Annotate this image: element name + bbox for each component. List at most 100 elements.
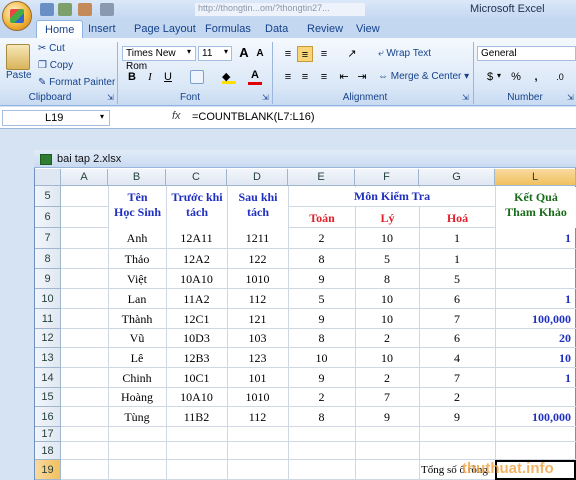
number-format-box[interactable]: General: [477, 46, 576, 61]
cell-name[interactable]: Thảo: [108, 249, 166, 269]
save-icon[interactable]: [40, 3, 54, 16]
tab-page-layout[interactable]: Page Layout: [134, 20, 196, 38]
row-header-11[interactable]: 11: [35, 309, 61, 329]
currency-button[interactable]: $: [482, 69, 498, 85]
cell-name[interactable]: Lê: [108, 348, 166, 368]
cell-result[interactable]: [495, 249, 573, 269]
chevron-down-icon[interactable]: ▾: [187, 47, 191, 56]
cell-hoa[interactable]: 7: [419, 368, 495, 388]
row-header-13[interactable]: 13: [35, 348, 61, 368]
tab-home[interactable]: Home: [36, 20, 84, 38]
header-ten-hoc-sinh[interactable]: Tên Học Sinh: [109, 190, 166, 220]
cell-ly[interactable]: 10: [355, 309, 419, 329]
cell-ly[interactable]: 5: [355, 249, 419, 269]
header-mon-kiem-tra[interactable]: Môn Kiểm Tra: [289, 189, 495, 204]
cell-hoa[interactable]: 2: [419, 388, 495, 407]
column-header-a[interactable]: A: [61, 169, 108, 186]
cell-ly[interactable]: 2: [355, 368, 419, 388]
align-right-icon[interactable]: ≡: [316, 69, 332, 85]
cell-result[interactable]: 1: [495, 289, 573, 309]
row-header-5[interactable]: 5: [35, 186, 61, 207]
column-header-d[interactable]: D: [227, 169, 288, 186]
row-header-17[interactable]: 17: [35, 427, 61, 442]
font-name-box[interactable]: Times New Rom: [122, 46, 196, 72]
undo-icon[interactable]: [58, 3, 72, 16]
cell-before[interactable]: 12A11: [166, 228, 227, 249]
cell-result[interactable]: [495, 269, 573, 289]
tab-insert[interactable]: Insert: [88, 20, 116, 38]
align-middle-icon[interactable]: ≡: [297, 46, 313, 62]
cell-result[interactable]: [495, 388, 573, 407]
cell-hoa[interactable]: 7: [419, 309, 495, 329]
cell-after[interactable]: 121: [227, 309, 288, 329]
office-button[interactable]: [2, 1, 32, 31]
header-truoc-khi-tach[interactable]: Trước khi tách: [167, 190, 227, 220]
comma-button[interactable]: ,: [528, 69, 544, 85]
number-launcher-icon[interactable]: ⇲: [567, 93, 574, 102]
cell-after[interactable]: 1010: [227, 388, 288, 407]
font-launcher-icon[interactable]: ⇲: [262, 93, 269, 102]
cell-ly[interactable]: 8: [355, 269, 419, 289]
orientation-icon[interactable]: ↗: [344, 46, 360, 62]
align-bottom-icon[interactable]: ≡: [316, 46, 332, 62]
row-header-6[interactable]: 6: [35, 207, 61, 228]
row-header-12[interactable]: 12: [35, 329, 61, 348]
format-painter-button[interactable]: ✎ Format Painter: [38, 77, 115, 88]
cell-toan[interactable]: 8: [288, 329, 355, 348]
tab-data[interactable]: Data: [265, 20, 288, 38]
cell-toan[interactable]: 8: [288, 407, 355, 427]
cell-result[interactable]: 100,000: [495, 407, 573, 427]
cell-result[interactable]: 20: [495, 329, 573, 348]
cell-toan[interactable]: 9: [288, 269, 355, 289]
cell-toan[interactable]: 2: [288, 228, 355, 249]
cell-name[interactable]: Vũ: [108, 329, 166, 348]
formula-input[interactable]: =COUNTBLANK(L7:L16): [192, 111, 315, 123]
cell-ly[interactable]: 10: [355, 228, 419, 249]
column-header-g[interactable]: G: [419, 169, 495, 186]
align-center-icon[interactable]: ≡: [297, 69, 313, 85]
select-all-corner[interactable]: [35, 169, 61, 186]
header-toan[interactable]: Toán: [289, 208, 355, 228]
cell-after[interactable]: 122: [227, 249, 288, 269]
cell-ly[interactable]: 10: [355, 348, 419, 368]
align-top-icon[interactable]: ≡: [280, 46, 296, 62]
cell-name[interactable]: Anh: [108, 228, 166, 249]
tab-view[interactable]: View: [356, 20, 380, 38]
header-ket-qua[interactable]: Kết Quả Tham Khảo: [496, 190, 576, 220]
cell-after[interactable]: 112: [227, 407, 288, 427]
header-hoa[interactable]: Hoá: [420, 208, 495, 228]
font-color-icon[interactable]: A: [248, 69, 262, 85]
cell-result[interactable]: 10: [495, 348, 573, 368]
cut-button[interactable]: ✂ Cut: [38, 43, 65, 54]
row-header-14[interactable]: 14: [35, 368, 61, 388]
cell-before[interactable]: 11A2: [166, 289, 227, 309]
tab-review[interactable]: Review: [307, 20, 343, 38]
cell-toan[interactable]: 8: [288, 249, 355, 269]
cell-result[interactable]: 1: [495, 228, 573, 249]
cell-before[interactable]: 10A10: [166, 269, 227, 289]
cell-hoa[interactable]: 1: [419, 249, 495, 269]
chevron-down-icon[interactable]: ▾: [497, 71, 501, 80]
merge-center-button[interactable]: ⇔ Merge & Center ▾: [378, 71, 469, 82]
chevron-down-icon[interactable]: ▾: [224, 47, 228, 56]
cell-name[interactable]: Hoàng: [108, 388, 166, 407]
insert-function-icon[interactable]: fx: [172, 110, 181, 122]
cell-toan[interactable]: 5: [288, 289, 355, 309]
cell-toan[interactable]: 2: [288, 388, 355, 407]
header-sau-khi-tach[interactable]: Sau khi tách: [228, 190, 288, 220]
cell-after[interactable]: 103: [227, 329, 288, 348]
shrink-font-icon[interactable]: A: [252, 46, 268, 62]
cell-before[interactable]: 12C1: [166, 309, 227, 329]
cell-hoa[interactable]: 6: [419, 329, 495, 348]
underline-button[interactable]: U: [160, 69, 176, 85]
cell-after[interactable]: 123: [227, 348, 288, 368]
cell-hoa[interactable]: 9: [419, 407, 495, 427]
cell-name[interactable]: Việt: [108, 269, 166, 289]
cell-result[interactable]: 100,000: [495, 309, 573, 329]
cell-after[interactable]: 112: [227, 289, 288, 309]
tab-formulas[interactable]: Formulas: [205, 20, 251, 38]
cell-before[interactable]: 11B2: [166, 407, 227, 427]
cell-toan[interactable]: 9: [288, 368, 355, 388]
header-ly[interactable]: Lý: [356, 208, 419, 228]
cell-toan[interactable]: 10: [288, 348, 355, 368]
